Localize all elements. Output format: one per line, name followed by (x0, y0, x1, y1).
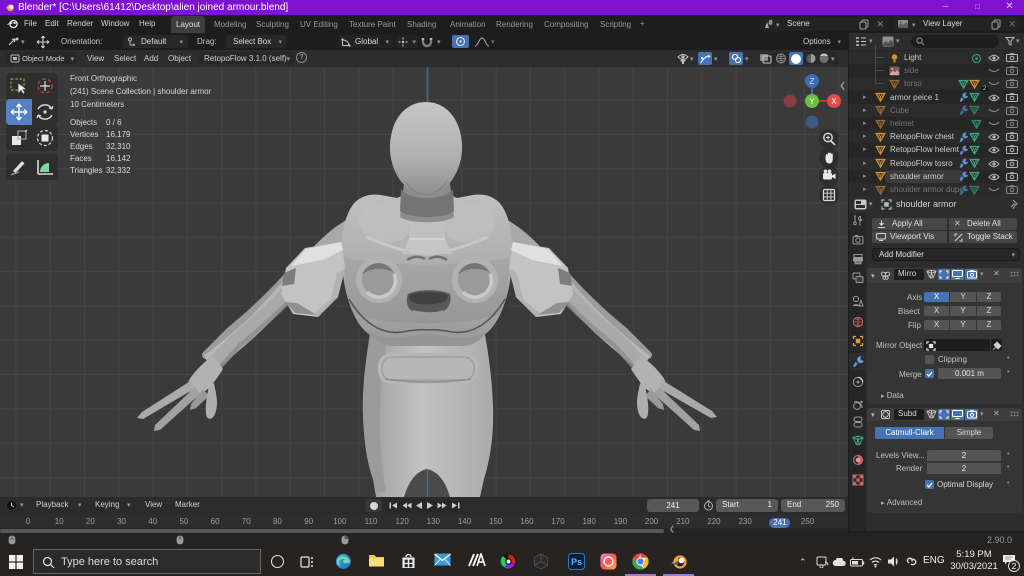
svg-text:Ps: Ps (571, 557, 582, 567)
svg-text:Y: Y (809, 97, 815, 106)
svg-text:X: X (831, 97, 837, 106)
svg-text:Z: Z (810, 77, 815, 86)
